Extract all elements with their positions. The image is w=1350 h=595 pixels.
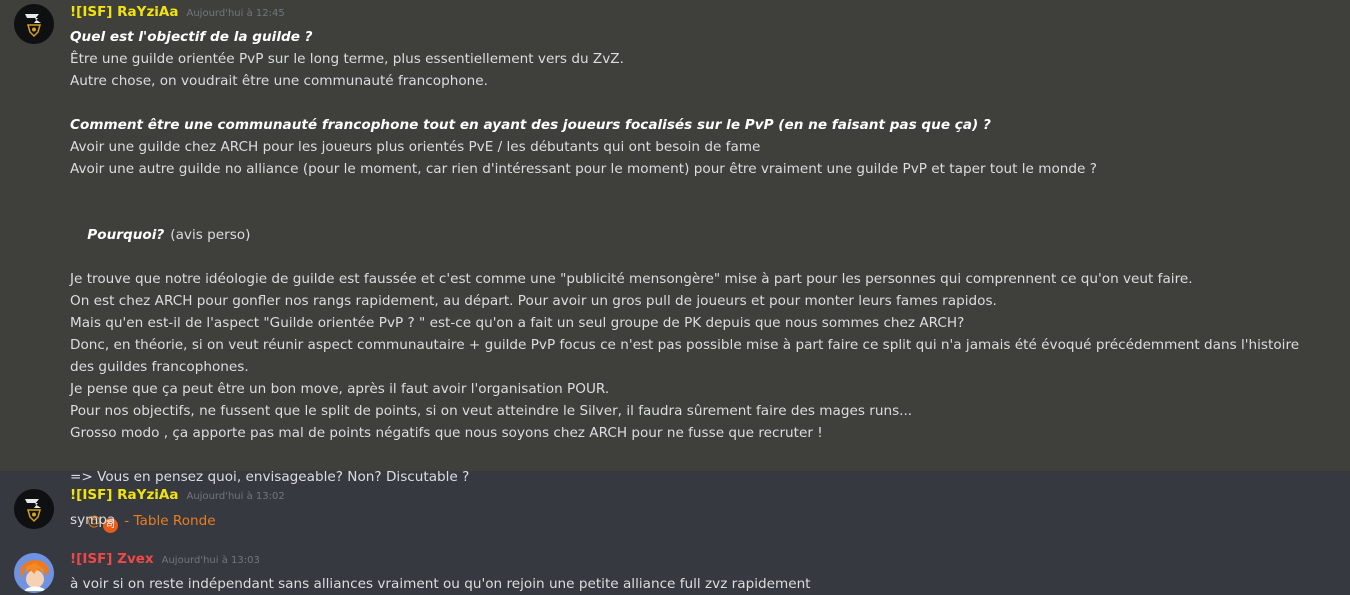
timestamp: Aujourd'hui à 13:03 [161,555,260,566]
message-line: Pourquoi? (avis perso) [70,202,1350,268]
bold-italic-text: Pourquoi? [87,227,165,243]
message-header: ![ISF] RaYziAa Aujourd'hui à 13:02 [70,487,1350,509]
message-line: à voir si on reste indépendant sans alli… [70,576,811,592]
message-line: Avoir une autre guilde no alliance (pour… [70,161,1097,177]
user-avatar[interactable] [14,4,54,44]
message-line: Quel est l'objectif de la guilde ? [70,29,313,45]
message-line: Avoir une guilde chez ARCH pour les joue… [70,139,761,155]
user-avatar[interactable] [14,553,54,593]
username[interactable]: ![ISF] RaYziAa [70,4,179,20]
user-avatar[interactable] [14,489,54,529]
message-line: Je trouve que notre idéologie de guilde … [70,271,1193,287]
username[interactable]: ![ISF] RaYziAa [70,487,179,503]
message-line: Pour nos objectifs, ne fussent que le sp… [70,403,913,419]
note-text: (avis perso) [170,227,251,243]
guild-emblem-icon [14,489,54,529]
guild-emblem-icon [14,4,54,44]
message-group-1: ![ISF] RaYziAa Aujourd'hui à 12:45 Quel … [0,0,1350,533]
message-group-2: ![ISF] RaYziAa Aujourd'hui à 13:02 sympa [0,471,1350,535]
message-line: sympa [70,512,116,528]
message-line: Donc, en théorie, si on veut réunir aspe… [70,337,1300,375]
message-line: Être une guilde orientée PvP sur le long… [70,51,624,67]
message-group-3: ![ISF] Zvex Aujourd'hui à 13:03 à voir s… [0,535,1350,595]
message-line: On est chez ARCH pour gonfler nos rangs … [70,293,997,309]
anime-character-icon [14,553,54,593]
message-line: Grosso modo , ça apporte pas mal de poin… [70,425,823,441]
timestamp: Aujourd'hui à 12:45 [186,8,285,19]
message-line: Mais qu'en est-il de l'aspect "Guilde or… [70,315,965,331]
message-header: ![ISF] Zvex Aujourd'hui à 13:03 [70,551,1350,573]
message-header: ![ISF] RaYziAa Aujourd'hui à 12:45 [70,4,1350,26]
message-line: Comment être une communauté francophone … [70,117,991,133]
timestamp: Aujourd'hui à 13:02 [186,491,285,502]
message-line: Autre chose, on voudrait être une commun… [70,73,488,89]
message-line: Je pense que ça peut être un bon move, a… [70,381,610,397]
username[interactable]: ![ISF] Zvex [70,551,154,567]
